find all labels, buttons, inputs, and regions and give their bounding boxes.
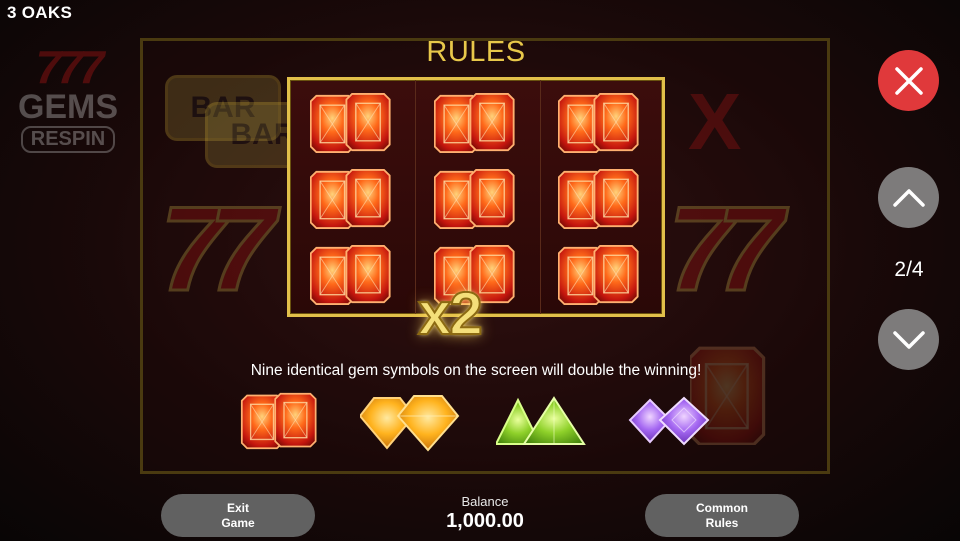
balance-display: Balance 1,000.00: [400, 494, 570, 533]
balance-value: 1,000.00: [446, 510, 524, 532]
reel-divider: [415, 80, 416, 314]
red-gem-icon: [240, 392, 317, 450]
common-label-line2: Rules: [705, 515, 739, 530]
common-rules-button[interactable]: Common Rules: [645, 494, 799, 537]
close-button[interactable]: [878, 50, 939, 111]
multiplier-label: x2: [417, 280, 484, 347]
exit-game-button[interactable]: Exit Game: [161, 494, 315, 537]
exit-label-line1: Exit: [226, 500, 249, 515]
logo-gems: GEMS: [17, 88, 119, 126]
logo-respin: RESPIN: [20, 126, 116, 153]
grid-red-gem-icon: [310, 168, 391, 230]
grid-red-gem-icon: [558, 92, 639, 154]
exit-label-line2: Game: [221, 515, 255, 530]
purple-gem-icon: [628, 396, 710, 446]
grid-red-gem-icon: [434, 92, 515, 154]
bg-x-symbol: X: [688, 77, 742, 166]
bg-seven-symbol: 77: [667, 181, 785, 318]
grid-red-gem-icon: [434, 168, 515, 230]
reel-divider: [540, 80, 541, 314]
chevron-up-icon: [892, 188, 925, 207]
grid-red-gem-icon: [558, 244, 639, 306]
orange-gem-icon: [360, 395, 460, 452]
close-icon: [894, 66, 923, 95]
balance-label: Balance: [461, 494, 509, 509]
next-page-button[interactable]: [878, 309, 939, 370]
page-indicator: 2/4: [894, 258, 924, 281]
chevron-down-icon: [892, 330, 925, 349]
grid-red-gem-icon: [310, 92, 391, 154]
bg-seven-symbol: 77: [159, 181, 277, 318]
rules-description: Nine identical gem symbols on the screen…: [250, 362, 702, 379]
green-gem-icon: [496, 396, 586, 445]
provider-brand: 3 OAKS: [7, 3, 73, 22]
previous-page-button[interactable]: [878, 167, 939, 228]
grid-red-gem-icon: [310, 244, 391, 306]
rules-title: RULES: [426, 36, 526, 68]
grid-red-gem-icon: [558, 168, 639, 230]
common-label-line1: Common: [696, 500, 748, 515]
